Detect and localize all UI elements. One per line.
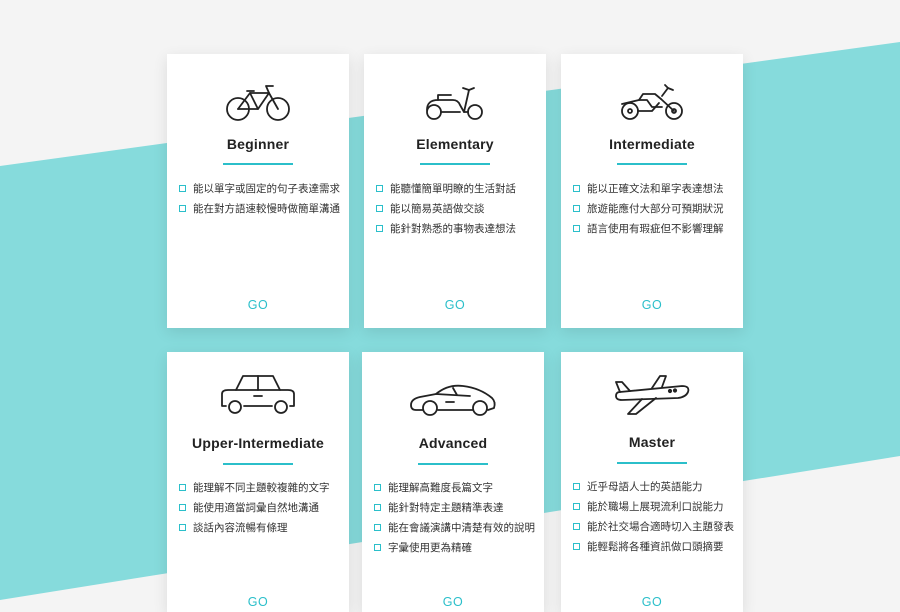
list-item: 字彙使用更為精確 — [374, 537, 535, 557]
square-bullet-icon — [179, 204, 186, 212]
level-card-master: Master 近乎母語人士的英語能力 能於職場上展現流利口說能力 能於社交場合適… — [561, 352, 743, 612]
level-title: Upper-Intermediate — [192, 435, 324, 451]
skill-list: 能理解不同主題較複雜的文字 能使用適當詞彙自然地溝通 談話內容流暢有條理 — [179, 477, 330, 537]
square-bullet-icon — [374, 483, 381, 491]
skill-list: 能以正確文法和單字表達想法 旅遊能應付大部分可預期狀況 語言使用有瑕疵但不影響理… — [573, 178, 724, 238]
list-item: 能輕鬆將各種資訊做口頭摘要 — [573, 536, 734, 556]
square-bullet-icon — [179, 503, 186, 511]
go-link[interactable]: GO — [167, 595, 349, 609]
level-title: Master — [628, 434, 676, 450]
skill-list: 能聽懂簡單明瞭的生活對話 能以簡易英語做交談 能針對熟悉的事物表達想法 — [376, 178, 516, 238]
list-item: 能針對特定主題精準表達 — [374, 497, 535, 517]
go-link[interactable]: GO — [364, 298, 546, 312]
level-title: Advanced — [418, 435, 488, 451]
skill-list: 能理解高難度長篇文字 能針對特定主題精準表達 能在會議演講中清楚有效的說明 字彙… — [374, 477, 535, 557]
list-item: 能於社交場合適時切入主題發表 — [573, 516, 734, 536]
skill-list: 能以單字或固定的句子表達需求 能在對方語速較慢時做簡單溝通 — [179, 178, 340, 218]
go-link[interactable]: GO — [561, 595, 743, 609]
level-card-beginner: Beginner 能以單字或固定的句子表達需求 能在對方語速較慢時做簡單溝通 G… — [167, 54, 349, 328]
list-item: 能理解高難度長篇文字 — [374, 477, 535, 497]
list-item: 能聽懂簡單明瞭的生活對話 — [376, 178, 516, 198]
square-bullet-icon — [573, 502, 580, 510]
sports-car-icon — [362, 372, 544, 416]
title-underline — [418, 463, 488, 465]
title-underline — [617, 462, 687, 464]
go-link[interactable]: GO — [362, 595, 544, 609]
level-card-advanced: Advanced 能理解高難度長篇文字 能針對特定主題精準表達 能在會議演講中清… — [362, 352, 544, 612]
level-title: Beginner — [226, 136, 290, 152]
square-bullet-icon — [374, 503, 381, 511]
square-bullet-icon — [179, 184, 186, 192]
go-link[interactable]: GO — [167, 298, 349, 312]
square-bullet-icon — [573, 522, 580, 530]
square-bullet-icon — [376, 224, 383, 232]
list-item: 能以正確文法和單字表達想法 — [573, 178, 724, 198]
list-item: 能使用適當詞彙自然地溝通 — [179, 497, 330, 517]
square-bullet-icon — [374, 523, 381, 531]
go-link[interactable]: GO — [561, 298, 743, 312]
title-underline — [223, 463, 293, 465]
list-item: 能以簡易英語做交談 — [376, 198, 516, 218]
list-item: 能以單字或固定的句子表達需求 — [179, 178, 340, 198]
square-bullet-icon — [374, 543, 381, 551]
square-bullet-icon — [179, 523, 186, 531]
level-card-intermediate: Intermediate 能以正確文法和單字表達想法 旅遊能應付大部分可預期狀況… — [561, 54, 743, 328]
list-item: 能針對熟悉的事物表達想法 — [376, 218, 516, 238]
square-bullet-icon — [573, 542, 580, 550]
level-card-elementary: Elementary 能聽懂簡單明瞭的生活對話 能以簡易英語做交談 能針對熟悉的… — [364, 54, 546, 328]
bicycle-icon — [167, 80, 349, 124]
square-bullet-icon — [573, 482, 580, 490]
list-item: 旅遊能應付大部分可預期狀況 — [573, 198, 724, 218]
level-card-upper-intermediate: Upper-Intermediate 能理解不同主題較複雜的文字 能使用適當詞彙… — [167, 352, 349, 612]
title-underline — [420, 163, 490, 165]
square-bullet-icon — [573, 204, 580, 212]
square-bullet-icon — [573, 224, 580, 232]
scooter-icon — [364, 80, 546, 124]
square-bullet-icon — [376, 184, 383, 192]
list-item: 談話內容流暢有條理 — [179, 517, 330, 537]
motorcycle-icon — [561, 80, 743, 124]
skill-list: 近乎母語人士的英語能力 能於職場上展現流利口說能力 能於社交場合適時切入主題發表… — [573, 476, 734, 556]
list-item: 能於職場上展現流利口說能力 — [573, 496, 734, 516]
list-item: 語言使用有瑕疵但不影響理解 — [573, 218, 724, 238]
level-title: Elementary — [416, 136, 494, 152]
list-item: 能理解不同主題較複雜的文字 — [179, 477, 330, 497]
list-item: 近乎母語人士的英語能力 — [573, 476, 734, 496]
title-underline — [617, 163, 687, 165]
square-bullet-icon — [376, 204, 383, 212]
list-item: 能在對方語速較慢時做簡單溝通 — [179, 198, 340, 218]
airplane-icon — [561, 370, 743, 415]
square-bullet-icon — [179, 483, 186, 491]
title-underline — [223, 163, 293, 165]
list-item: 能在會議演講中清楚有效的說明 — [374, 517, 535, 537]
car-icon — [167, 372, 349, 416]
level-title: Intermediate — [609, 136, 695, 152]
square-bullet-icon — [573, 184, 580, 192]
